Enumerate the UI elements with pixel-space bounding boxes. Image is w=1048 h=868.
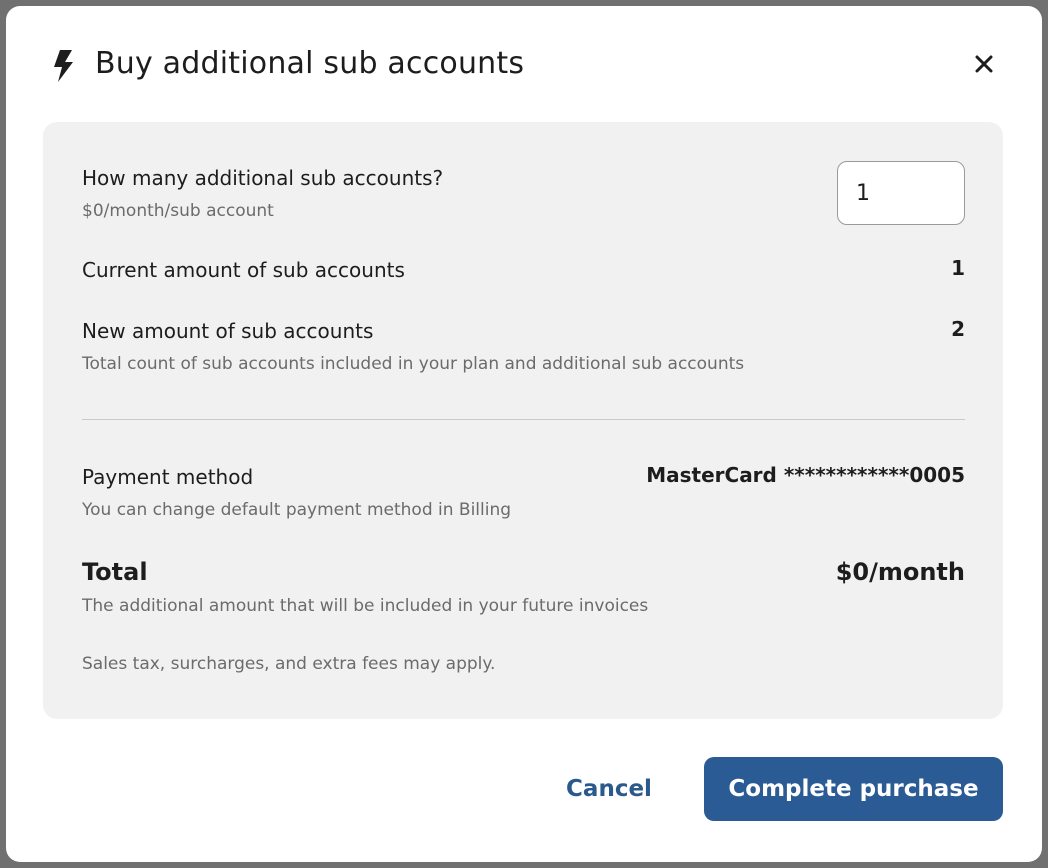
total-note: The additional amount that will be inclu… — [82, 596, 649, 616]
payment-method-value: MasterCard ************0005 — [646, 463, 965, 487]
quantity-input[interactable] — [837, 161, 965, 225]
payment-method-label: Payment method — [82, 465, 254, 489]
purchase-dialog: Buy additional sub accounts How many add… — [6, 6, 1042, 862]
new-amount-label: New amount of sub accounts — [82, 319, 374, 343]
complete-purchase-button[interactable]: Complete purchase — [704, 757, 1003, 821]
divider — [82, 419, 965, 420]
quantity-label: How many additional sub accounts? — [82, 166, 444, 190]
total-value: $0/month — [835, 558, 965, 586]
close-button[interactable] — [966, 48, 1002, 84]
current-amount-value: 1 — [951, 256, 965, 280]
total-label: Total — [82, 558, 148, 586]
payment-method-note: You can change default payment method in… — [82, 500, 512, 520]
cancel-button[interactable]: Cancel — [547, 758, 671, 820]
new-amount-value: 2 — [951, 317, 965, 341]
lightning-bolt-icon — [52, 50, 74, 82]
close-icon — [975, 55, 993, 77]
dialog-title: Buy additional sub accounts — [95, 46, 525, 81]
price-per-sub-account: $0/month/sub account — [82, 201, 274, 221]
tax-note: Sales tax, surcharges, and extra fees ma… — [82, 654, 496, 674]
dialog-header: Buy additional sub accounts — [6, 6, 1042, 122]
purchase-summary-panel: How many additional sub accounts? $0/mon… — [43, 122, 1003, 719]
current-amount-label: Current amount of sub accounts — [82, 258, 405, 282]
new-amount-note: Total count of sub accounts included in … — [82, 354, 745, 374]
